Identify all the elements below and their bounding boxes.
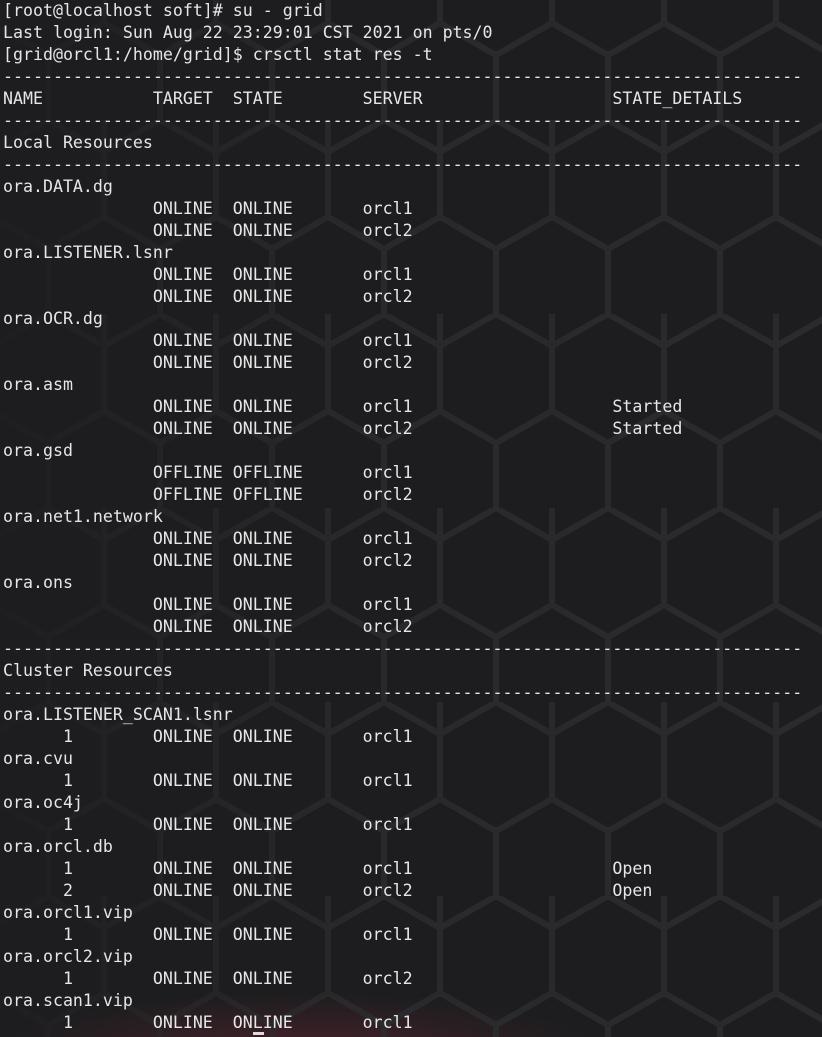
terminal-line: ONLINE ONLINE orcl1 [3, 199, 413, 218]
terminal-line: 1 ONLINE ONLINE orcl1 [3, 771, 413, 790]
terminal-line: ONLINE ONLINE orcl2 [3, 221, 413, 240]
terminal-line: ora.oc4j [3, 793, 83, 812]
terminal-line: [grid@orcl1:/home/grid]$ crsctl stat res… [3, 45, 433, 64]
terminal-line: ora.orcl.db [3, 837, 113, 856]
terminal-line: ONLINE ONLINE orcl1 [3, 595, 413, 614]
terminal-line: ----------------------------------------… [3, 67, 803, 86]
terminal-line: ----------------------------------------… [3, 111, 803, 130]
terminal-line: ONLINE ONLINE orcl1 [3, 265, 413, 284]
terminal-line: 1 ONLINE ONLINE orcl1 [3, 815, 413, 834]
terminal-line: ora.LISTENER_SCAN1.lsnr [3, 705, 233, 724]
terminal-output: [root@localhost soft]# su - grid Last log… [3, 0, 802, 1034]
terminal-line: ora.gsd [3, 441, 73, 460]
terminal-line: OFFLINE OFFLINE orcl1 [3, 463, 413, 482]
terminal-line: 1 ONLINE ONLINE orcl1 [3, 925, 413, 944]
terminal-line: ONLINE ONLINE orcl2 [3, 287, 413, 306]
terminal-line: 1 ONLINE ONLINE orcl2 [3, 969, 413, 988]
terminal-window[interactable]: [root@localhost soft]# su - grid Last log… [0, 0, 822, 1037]
terminal-line: ONLINE ONLINE orcl2 [3, 617, 413, 636]
terminal-line: Last login: Sun Aug 22 23:29:01 CST 2021… [3, 23, 493, 42]
terminal-line: [root@localhost soft]# su - grid [3, 1, 323, 20]
terminal-line: 2 ONLINE ONLINE orcl2 Open [3, 881, 653, 900]
terminal-line: Local Resources [3, 133, 153, 152]
terminal-line: ora.net1.network [3, 507, 163, 526]
terminal-line: ----------------------------------------… [3, 683, 803, 702]
terminal-line: 1 ONLINE ONLINE orcl1 Open [3, 859, 653, 878]
terminal-line: ----------------------------------------… [3, 155, 803, 174]
terminal-line: 1 ONLINE ONLINE orcl1 [3, 1013, 413, 1032]
terminal-line: ora.orcl2.vip [3, 947, 133, 966]
terminal-line: ora.asm [3, 375, 73, 394]
terminal-line: ONLINE ONLINE orcl1 Started [3, 397, 683, 416]
terminal-line: ONLINE ONLINE orcl2 Started [3, 419, 683, 438]
terminal-line: NAME TARGET STATE SERVER STATE_DETAILS [3, 89, 743, 108]
text-cursor [253, 1032, 264, 1035]
terminal-line: ONLINE ONLINE orcl1 [3, 331, 413, 350]
terminal-line: ora.DATA.dg [3, 177, 113, 196]
terminal-line: ora.scan1.vip [3, 991, 133, 1010]
terminal-line: ONLINE ONLINE orcl2 [3, 353, 413, 372]
terminal-line: OFFLINE OFFLINE orcl2 [3, 485, 413, 504]
terminal-line: ora.orcl1.vip [3, 903, 133, 922]
terminal-line: ora.ons [3, 573, 73, 592]
terminal-line: ora.LISTENER.lsnr [3, 243, 173, 262]
terminal-line: ora.OCR.dg [3, 309, 103, 328]
terminal-line: Cluster Resources [3, 661, 173, 680]
terminal-line: ONLINE ONLINE orcl1 [3, 529, 413, 548]
terminal-line: ONLINE ONLINE orcl2 [3, 551, 413, 570]
terminal-line: ----------------------------------------… [3, 639, 803, 658]
terminal-line: ora.cvu [3, 749, 73, 768]
terminal-line: 1 ONLINE ONLINE orcl1 [3, 727, 413, 746]
